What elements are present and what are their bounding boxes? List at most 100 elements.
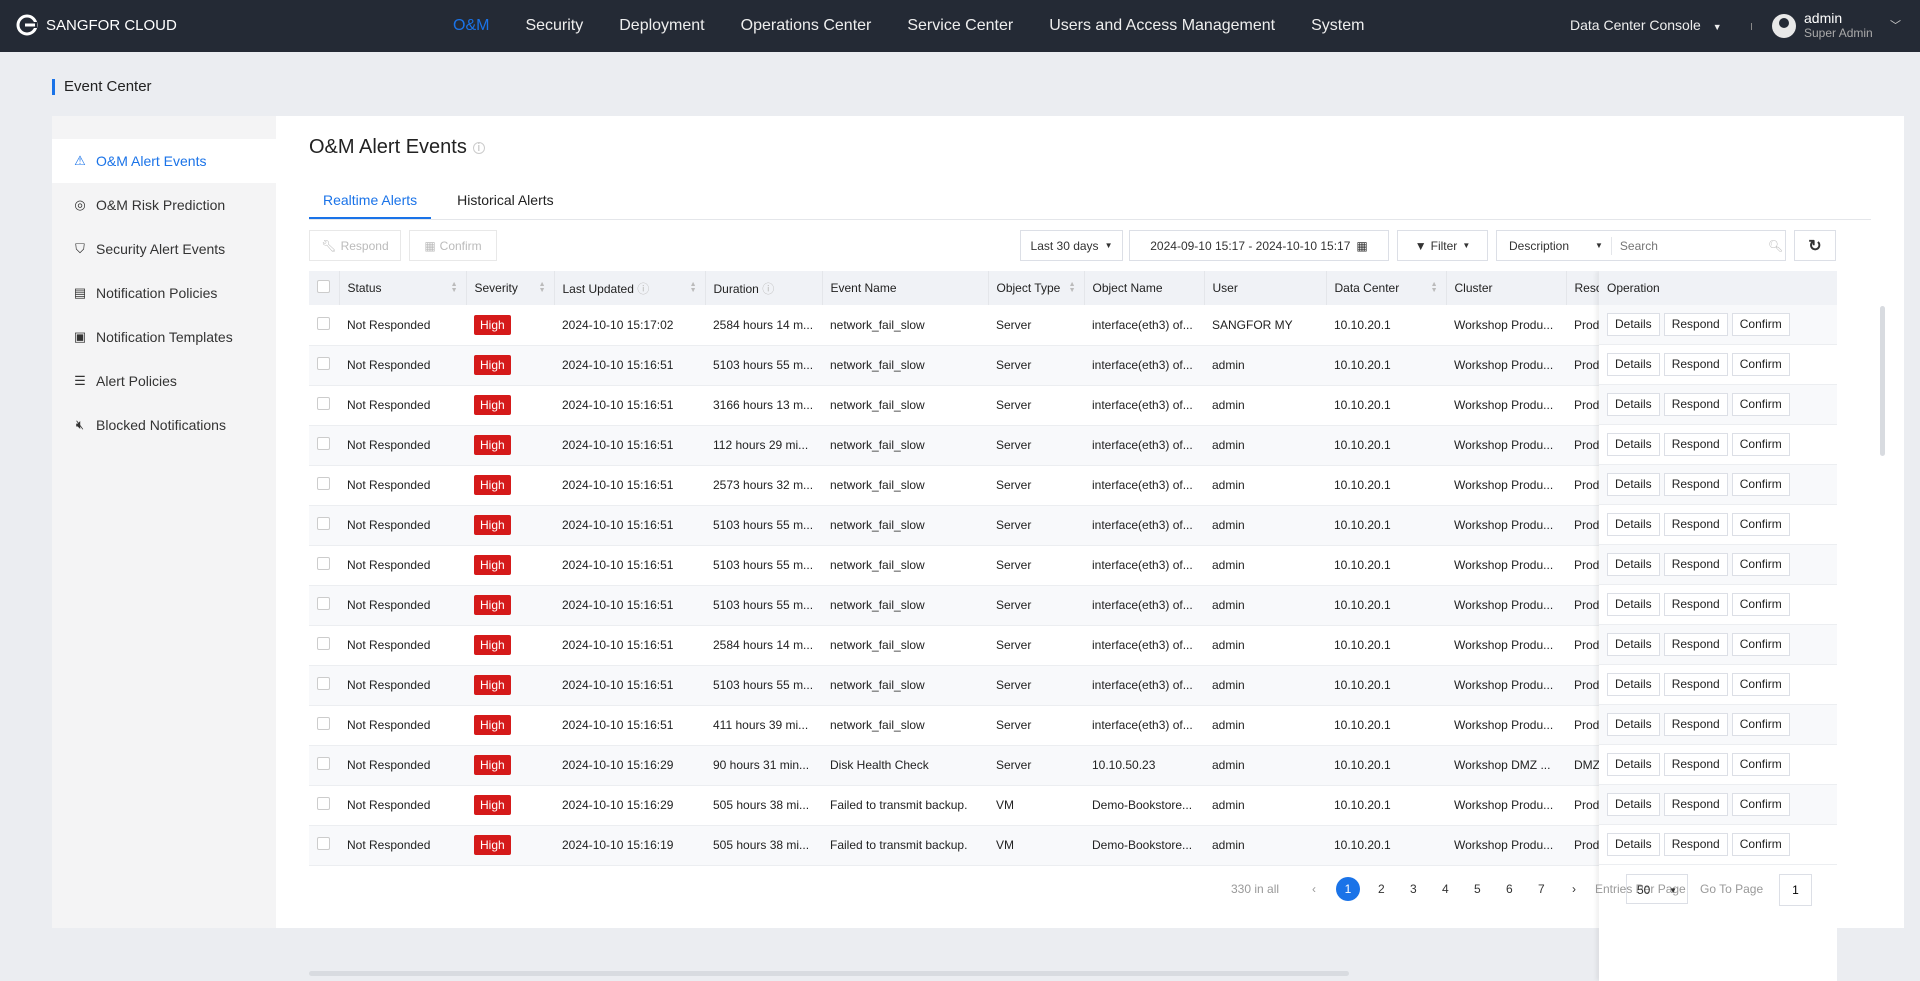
row-checkbox[interactable] <box>317 477 330 490</box>
sidebar-item-notification-policies[interactable]: ▤ Notification Policies <box>52 271 276 315</box>
sidebar-item-risk-prediction[interactable]: ◎ O&M Risk Prediction <box>52 183 276 227</box>
row-checkbox[interactable] <box>317 397 330 410</box>
respond-row-button[interactable]: Respond <box>1663 433 1728 456</box>
col-last-updated[interactable]: Last Updated ⓘ ▲ ▼ <box>554 271 706 305</box>
respond-row-button[interactable]: Respond <box>1663 393 1728 416</box>
sidebar-item-blocked-notifications[interactable]: 🔇︎ Blocked Notifications <box>52 403 276 447</box>
page-3[interactable]: 3 <box>1410 882 1417 896</box>
page-1[interactable]: 1 <box>1336 877 1360 901</box>
details-button[interactable]: Details <box>1607 353 1660 376</box>
confirm-row-button[interactable]: Confirm <box>1731 593 1790 616</box>
confirm-row-button[interactable]: Confirm <box>1731 433 1790 456</box>
row-checkbox[interactable] <box>317 797 330 810</box>
sidebar-item-security-alert-events[interactable]: ⛉ Security Alert Events <box>52 227 276 271</box>
range-select[interactable]: Last 30 days ▼ <box>1020 230 1123 261</box>
details-button[interactable]: Details <box>1607 793 1660 816</box>
details-button[interactable]: Details <box>1607 313 1660 336</box>
details-button[interactable]: Details <box>1607 553 1660 576</box>
search-icon[interactable]: 🔍︎ <box>1768 239 1783 253</box>
menu-operations-center[interactable]: Operations Center <box>741 17 872 35</box>
respond-row-button[interactable]: Respond <box>1663 713 1728 736</box>
sort-icon[interactable]: ▲ ▼ <box>690 281 697 294</box>
details-button[interactable]: Details <box>1607 753 1660 776</box>
col-status[interactable]: Status ▲ ▼ <box>339 271 467 305</box>
confirm-row-button[interactable]: Confirm <box>1731 793 1790 816</box>
respond-row-button[interactable]: Respond <box>1663 793 1728 816</box>
vertical-scrollbar[interactable] <box>1880 306 1885 456</box>
brand-logo[interactable]: SANGFOR CLOUD <box>14 14 177 36</box>
respond-row-button[interactable]: Respond <box>1663 313 1728 336</box>
details-button[interactable]: Details <box>1607 513 1660 536</box>
row-checkbox[interactable] <box>317 316 330 330</box>
sort-icon[interactable]: ▲ ▼ <box>539 281 546 294</box>
respond-row-button[interactable]: Respond <box>1663 753 1728 776</box>
confirm-row-button[interactable]: Confirm <box>1731 833 1790 856</box>
details-button[interactable]: Details <box>1607 633 1660 656</box>
horizontal-scrollbar[interactable] <box>309 971 1349 976</box>
select-all-checkbox[interactable] <box>317 280 330 293</box>
prev-page-icon[interactable]: ‹ <box>1312 882 1316 896</box>
row-checkbox[interactable] <box>317 517 330 530</box>
row-checkbox[interactable] <box>317 597 330 610</box>
row-checkbox[interactable] <box>317 757 330 770</box>
sidebar-item-om-alert-events[interactable]: ⚠ O&M Alert Events <box>52 139 276 183</box>
confirm-row-button[interactable]: Confirm <box>1731 753 1790 776</box>
respond-row-button[interactable]: Respond <box>1663 553 1728 576</box>
confirm-row-button[interactable]: Confirm <box>1731 713 1790 736</box>
respond-row-button[interactable]: Respond <box>1663 513 1728 536</box>
row-checkbox[interactable] <box>317 677 330 690</box>
menu-security[interactable]: Security <box>525 17 583 35</box>
search-input[interactable] <box>1619 238 1760 253</box>
details-button[interactable]: Details <box>1607 713 1660 736</box>
confirm-button[interactable]: ▦ Confirm <box>409 230 497 261</box>
confirm-row-button[interactable]: Confirm <box>1731 353 1790 376</box>
menu-users-access[interactable]: Users and Access Management <box>1049 17 1275 35</box>
menu-om[interactable]: O&M <box>453 17 489 35</box>
confirm-row-button[interactable]: Confirm <box>1731 553 1790 576</box>
details-button[interactable]: Details <box>1607 393 1660 416</box>
info-icon[interactable]: i <box>472 141 485 154</box>
respond-row-button[interactable]: Respond <box>1663 833 1728 856</box>
col-data-center[interactable]: Data Center ▲ ▼ <box>1326 271 1447 305</box>
confirm-row-button[interactable]: Confirm <box>1731 473 1790 496</box>
col-object-type[interactable]: Object Type ▲ ▼ <box>988 271 1085 305</box>
sidebar-item-notification-templates[interactable]: ▣ Notification Templates <box>52 315 276 359</box>
respond-row-button[interactable]: Respond <box>1663 633 1728 656</box>
menu-system[interactable]: System <box>1311 17 1364 35</box>
console-switcher[interactable]: Data Center Console ▼ <box>1570 17 1722 33</box>
tab-historical-alerts[interactable]: Historical Alerts <box>443 184 567 219</box>
user-menu[interactable]: admin Super Admin ﹀ <box>1772 11 1901 40</box>
details-button[interactable]: Details <box>1607 473 1660 496</box>
confirm-row-button[interactable]: Confirm <box>1731 393 1790 416</box>
respond-row-button[interactable]: Respond <box>1663 353 1728 376</box>
row-checkbox[interactable] <box>317 837 330 850</box>
goto-page-input[interactable] <box>1779 874 1812 906</box>
respond-row-button[interactable]: Respond <box>1663 593 1728 616</box>
respond-button[interactable]: 🔧︎ Respond <box>309 230 401 261</box>
row-checkbox[interactable] <box>317 557 330 570</box>
details-button[interactable]: Details <box>1607 833 1660 856</box>
sort-icon[interactable]: ▲ ▼ <box>1431 281 1438 294</box>
respond-row-button[interactable]: Respond <box>1663 673 1728 696</box>
row-checkbox[interactable] <box>317 717 330 730</box>
next-page-icon[interactable]: › <box>1572 882 1576 896</box>
filter-button[interactable]: ▼ Filter ▼ <box>1397 230 1488 261</box>
row-checkbox[interactable] <box>317 437 330 450</box>
page-7[interactable]: 7 <box>1538 882 1545 896</box>
page-5[interactable]: 5 <box>1474 882 1481 896</box>
refresh-button[interactable]: ↻ <box>1794 230 1836 261</box>
respond-row-button[interactable]: Respond <box>1663 473 1728 496</box>
details-button[interactable]: Details <box>1607 593 1660 616</box>
confirm-row-button[interactable]: Confirm <box>1731 633 1790 656</box>
confirm-row-button[interactable]: Confirm <box>1731 313 1790 336</box>
per-page-select[interactable]: 50 ▼ <box>1626 874 1688 904</box>
details-button[interactable]: Details <box>1607 433 1660 456</box>
details-button[interactable]: Details <box>1607 673 1660 696</box>
page-4[interactable]: 4 <box>1442 882 1449 896</box>
page-2[interactable]: 2 <box>1378 882 1385 896</box>
sort-icon[interactable]: ▲ ▼ <box>1069 281 1076 294</box>
menu-deployment[interactable]: Deployment <box>619 17 704 35</box>
confirm-row-button[interactable]: Confirm <box>1731 673 1790 696</box>
sidebar-item-alert-policies[interactable]: ☰ Alert Policies <box>52 359 276 403</box>
page-6[interactable]: 6 <box>1506 882 1513 896</box>
